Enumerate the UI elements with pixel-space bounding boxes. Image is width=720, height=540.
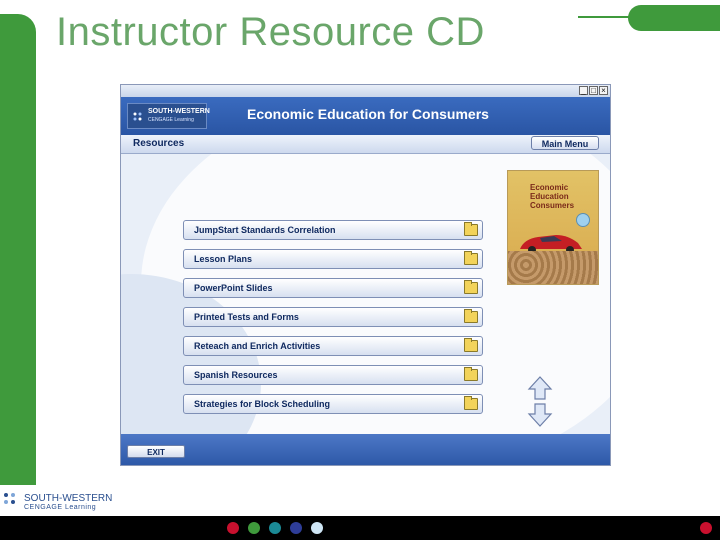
app-window-screenshot: _ □ × SOUTH-WESTERN CENGAGE Learning Eco… [120, 84, 611, 466]
bottom-band [0, 516, 720, 540]
section-label: Resources [133, 138, 185, 149]
app-header: SOUTH-WESTERN CENGAGE Learning Economic … [121, 97, 610, 135]
resource-button-block-scheduling[interactable]: Strategies for Block Scheduling [183, 394, 483, 414]
header-accent-pill [628, 5, 720, 31]
resource-label: PowerPoint Slides [194, 283, 273, 293]
resource-label: Strategies for Block Scheduling [194, 399, 331, 409]
resource-button-jumpstart[interactable]: JumpStart Standards Correlation [183, 220, 483, 240]
resource-label: Reteach and Enrich Activities [194, 341, 321, 351]
exit-button[interactable]: EXIT [127, 445, 185, 458]
window-titlebar: _ □ × [121, 85, 610, 97]
footer-brand-name: SOUTH-WESTERN [24, 493, 113, 504]
scroll-down-arrow-icon[interactable] [527, 402, 553, 428]
footer-brand-subtitle: CENGAGE Learning [24, 504, 97, 511]
brand-logo-icon [133, 112, 142, 121]
book-title: Economic Education Consumers [530, 183, 596, 210]
decorative-dot-green [248, 522, 260, 534]
brand-logo-box: SOUTH-WESTERN CENGAGE Learning [127, 103, 210, 129]
book-cover-image: Economic Education Consumers [507, 170, 599, 285]
app-footer-bar: EXIT [121, 434, 610, 465]
resource-button-reteach[interactable]: Reteach and Enrich Activities [183, 336, 483, 356]
decorative-dot-teal [269, 522, 281, 534]
cengage-logo-icon [4, 493, 15, 504]
close-button[interactable]: × [599, 86, 608, 95]
resource-label: Lesson Plans [194, 254, 253, 264]
resource-button-lesson-plans[interactable]: Lesson Plans [183, 249, 483, 269]
decorative-dot-red-right [700, 522, 712, 534]
left-accent-bar [0, 14, 36, 485]
decorative-dot-light [311, 522, 323, 534]
scroll-up-arrow-icon[interactable] [527, 375, 553, 401]
folder-icon[interactable] [464, 396, 478, 410]
content-area: Economic Education Consumers JumpStart S… [121, 154, 610, 434]
main-menu-button[interactable]: Main Menu [531, 136, 599, 150]
cd-disc-icon [576, 213, 590, 227]
brand-name: SOUTH-WESTERN [148, 108, 210, 115]
folder-icon[interactable] [464, 338, 478, 352]
resource-button-spanish[interactable]: Spanish Resources [183, 365, 483, 385]
book-title-line: Education [530, 192, 569, 201]
decorative-dot-blue [290, 522, 302, 534]
decorative-dot-red [227, 522, 239, 534]
resource-label: Spanish Resources [194, 370, 278, 380]
slide-title: Instructor Resource CD [56, 10, 485, 54]
folder-icon[interactable] [464, 222, 478, 236]
stones-image [508, 251, 598, 284]
book-title-line: Consumers [530, 201, 575, 210]
resource-list: JumpStart Standards Correlation Lesson P… [183, 220, 483, 423]
folder-icon[interactable] [464, 251, 478, 265]
resource-button-printed-tests[interactable]: Printed Tests and Forms [183, 307, 483, 327]
resource-label: JumpStart Standards Correlation [194, 225, 336, 235]
folder-icon[interactable] [464, 309, 478, 323]
folder-icon[interactable] [464, 367, 478, 381]
book-title-line: Economic [530, 183, 569, 192]
app-title: Economic Education for Consumers [247, 106, 489, 122]
maximize-button[interactable]: □ [589, 86, 598, 95]
brand-subtitle: CENGAGE Learning [148, 117, 194, 123]
minimize-button[interactable]: _ [579, 86, 588, 95]
folder-icon[interactable] [464, 280, 478, 294]
resource-label: Printed Tests and Forms [194, 312, 299, 322]
resource-button-powerpoint[interactable]: PowerPoint Slides [183, 278, 483, 298]
section-bar: Resources Main Menu [121, 135, 610, 154]
